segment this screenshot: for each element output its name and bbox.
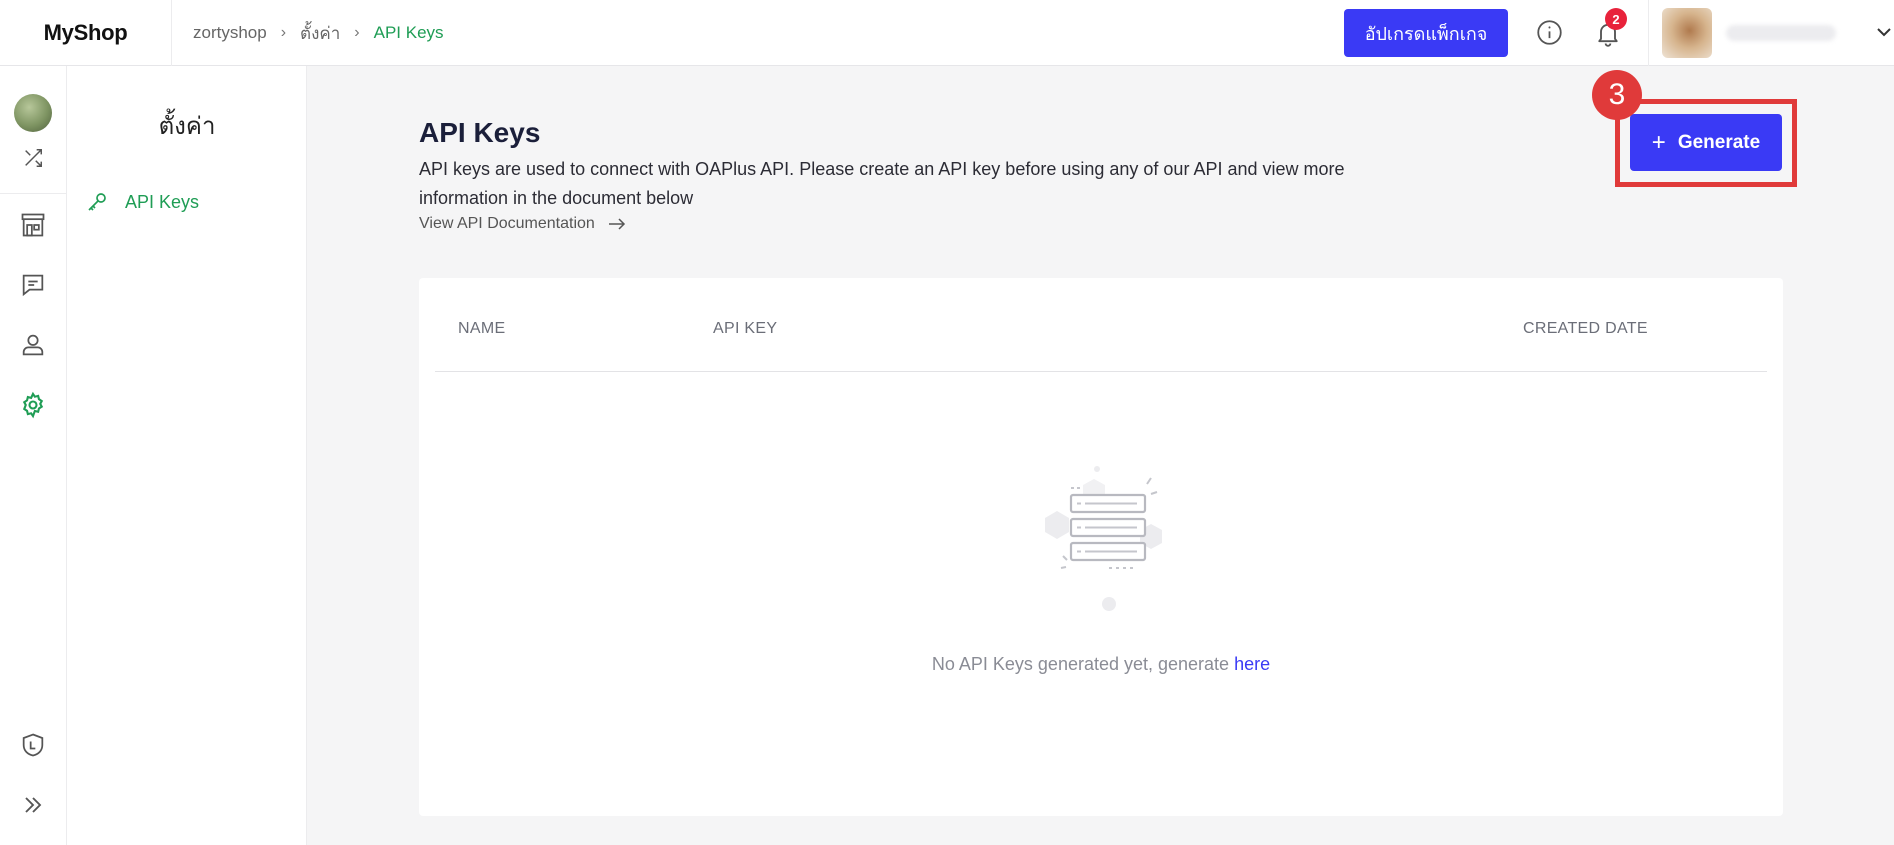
top-bar: MyShop zortyshop › ตั้งค่า › API Keys อั…: [0, 0, 1894, 66]
chevron-down-icon[interactable]: [1872, 20, 1894, 44]
user-name-blurred: [1726, 25, 1836, 41]
chat-icon[interactable]: [19, 271, 47, 299]
user-avatar: [1662, 8, 1712, 58]
table-header-divider: [435, 371, 1767, 372]
rail-divider: [0, 193, 67, 194]
doc-link-label: View API Documentation: [419, 215, 595, 232]
shop-avatar[interactable]: [14, 94, 52, 132]
step-highlight-box: [1615, 99, 1797, 187]
user-icon[interactable]: [19, 331, 47, 359]
settings-panel: ตั้งค่า API Keys: [67, 66, 307, 845]
shield-icon[interactable]: [19, 731, 47, 759]
notification-badge: 2: [1605, 8, 1627, 30]
empty-state-text: No API Keys generated yet, generate: [931, 654, 1230, 674]
shuffle-icon[interactable]: [22, 147, 44, 169]
empty-server-illustration-icon: [1045, 466, 1162, 611]
breadcrumb-current: API Keys: [373, 23, 444, 42]
settings-title: ตั้งค่า: [158, 113, 216, 140]
settings-item-api-keys[interactable]: API Keys: [85, 190, 199, 214]
profile-divider: [1648, 0, 1649, 66]
column-header-api-key: API KEY: [713, 320, 778, 337]
upgrade-package-button[interactable]: อัปเกรดแพ็กเกจ: [1344, 9, 1508, 57]
settings-item-label: API Keys: [125, 191, 200, 212]
icon-rail: [0, 66, 67, 845]
chevron-right-icon: ›: [280, 24, 287, 41]
key-icon: [88, 193, 106, 211]
breadcrumb: zortyshop › ตั้งค่า › API Keys: [193, 0, 444, 66]
column-header-created-date: CREATED DATE: [1523, 320, 1648, 337]
profile-menu[interactable]: [1662, 8, 1892, 58]
column-header-name: NAME: [458, 320, 506, 337]
arrow-right-icon: [608, 218, 625, 230]
brand-logo[interactable]: MyShop: [0, 0, 172, 66]
chevron-right-icon: ›: [354, 24, 360, 41]
info-icon[interactable]: [1536, 19, 1563, 46]
store-icon[interactable]: [19, 211, 47, 239]
page-title: API Keys: [419, 117, 541, 148]
empty-state-message: No API Keys generated yet, generate here: [419, 654, 1783, 675]
breadcrumb-settings[interactable]: ตั้งค่า: [300, 20, 340, 47]
gear-icon[interactable]: [19, 391, 47, 419]
step-number-badge: 3: [1592, 70, 1642, 120]
breadcrumb-shop[interactable]: zortyshop: [193, 23, 267, 43]
api-keys-table: NAME API KEY CREATED DATE No API Keys ge…: [419, 278, 1783, 816]
view-api-docs-link[interactable]: View API Documentation: [419, 215, 627, 233]
page-description: API keys are used to connect with OAPlus…: [419, 159, 1345, 208]
expand-icon[interactable]: [19, 791, 47, 819]
generate-here-link[interactable]: here: [1234, 654, 1270, 674]
